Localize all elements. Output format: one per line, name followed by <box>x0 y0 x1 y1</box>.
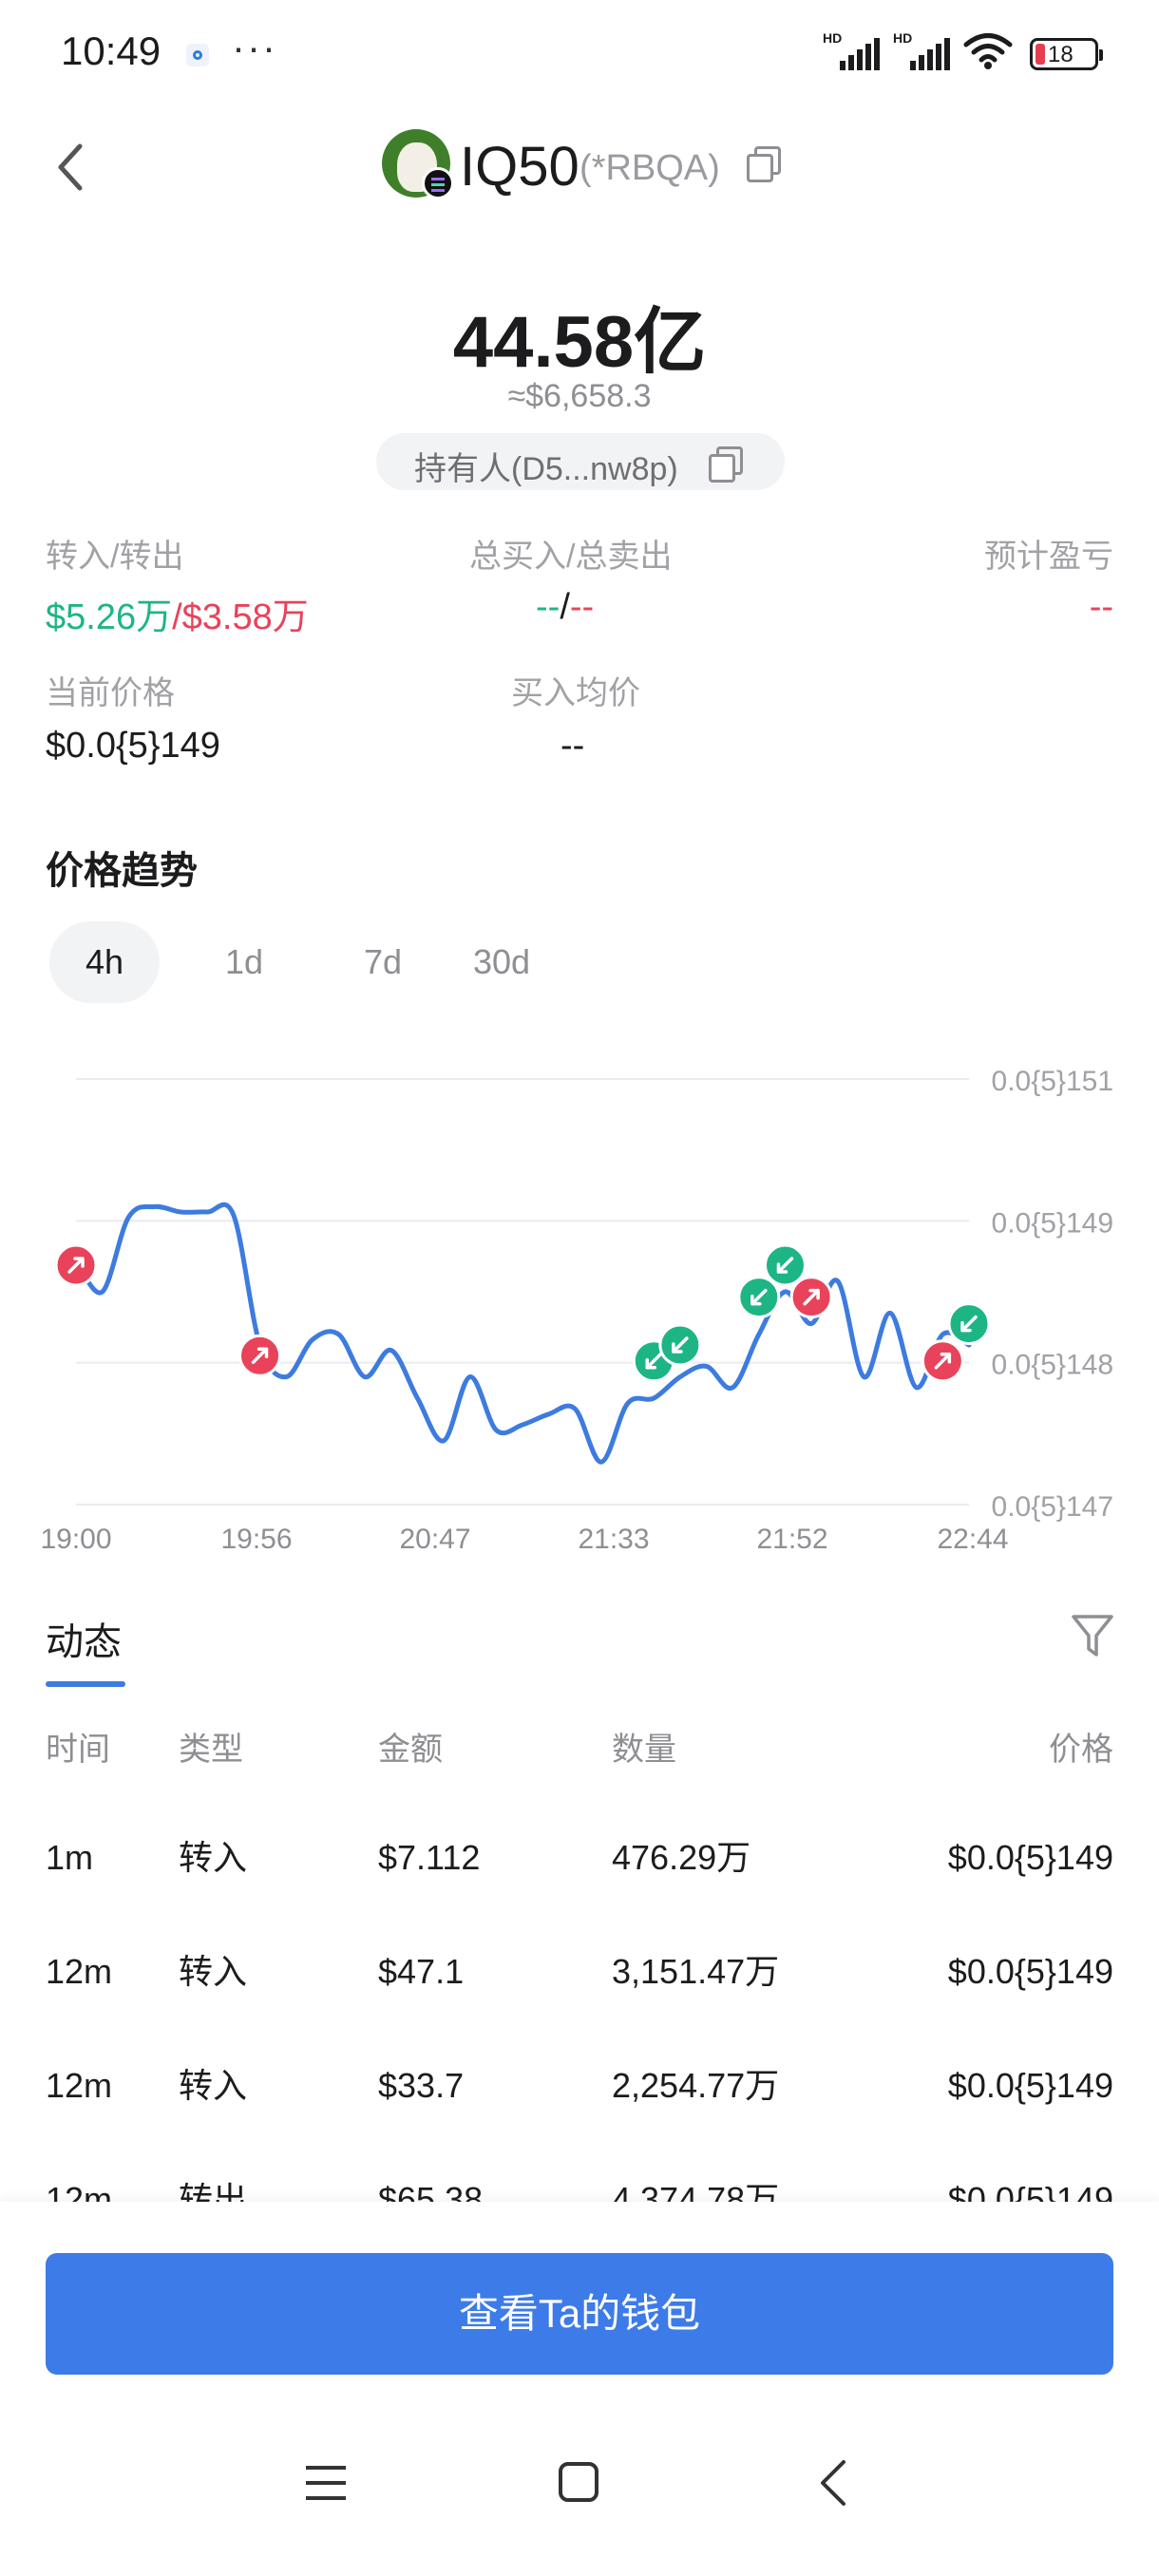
pnl-value: -- <box>1089 587 1113 627</box>
y-tick-label: 0.0{5}147 <box>992 1491 1113 1523</box>
tab-activity[interactable]: 动态 <box>46 1611 122 1666</box>
bottom-panel: 查看Ta的钱包 <box>0 2202 1159 2576</box>
y-tick-label: 0.0{5}149 <box>992 1207 1113 1239</box>
col-time: 时间 <box>46 1732 110 1768</box>
transfer-out-marker <box>54 1243 98 1287</box>
transfer-out-marker <box>921 1339 964 1383</box>
activity-row[interactable]: 12m 转入 $47.1 3,151.47万 $0.0{5}149 <box>0 1915 1159 2029</box>
holder-address: 持有人(D5...nw8p) <box>414 451 678 487</box>
holding-usd-value: ≈$6,658.3 <box>507 378 652 414</box>
row-price: $0.0{5}149 <box>947 1838 1113 1877</box>
token-name: IQ50 <box>460 136 580 198</box>
range-tab-7d[interactable]: 7d <box>340 921 426 1003</box>
status-bar: 10:49 ··· HD HD 18 <box>0 0 1159 104</box>
x-tick-label: 21:33 <box>578 1524 649 1555</box>
row-price: $0.0{5}149 <box>947 2066 1113 2105</box>
buy-sell-label: 总买入/总卖出 <box>469 539 673 575</box>
price-line <box>73 1202 972 1465</box>
buy-total: -- <box>536 587 560 627</box>
transfer-value: $5.26万/$3.58万 <box>46 587 309 639</box>
transfer-in-value: $5.26万 <box>46 597 173 637</box>
row-amount: $33.7 <box>378 2066 465 2105</box>
copy-holder-icon[interactable] <box>709 446 743 483</box>
row-price: $0.0{5}149 <box>947 1952 1113 1991</box>
transfer-label: 转入/转出 <box>46 539 184 575</box>
range-tab-4h[interactable]: 4h <box>49 921 160 1003</box>
price-chart: 0.0{5}151 0.0{5}149 0.0{5}148 0.0{5}147 19:0… <box>40 1066 1113 1555</box>
holder-chip[interactable]: 持有人(D5...nw8p) <box>376 433 785 490</box>
sell-total: -- <box>569 587 595 627</box>
x-tick-label: 22:44 <box>937 1524 1008 1555</box>
back-icon[interactable] <box>48 139 95 196</box>
home-icon[interactable] <box>559 2462 598 2502</box>
row-time: 12m <box>46 1952 113 1991</box>
range-tab-1d[interactable]: 1d <box>201 921 287 1003</box>
transfer-out-value: $3.58万 <box>181 597 309 637</box>
buy-sell-value: --/-- <box>536 587 594 628</box>
pnl-label: 预计盈亏 <box>984 539 1113 575</box>
row-type: 转入 <box>179 1952 248 1991</box>
row-type: 转入 <box>179 1838 248 1877</box>
row-amount: $47.1 <box>378 1952 465 1991</box>
col-quantity: 数量 <box>612 1732 676 1768</box>
tab-active-indicator <box>46 1681 125 1687</box>
row-amount: $7.112 <box>378 1838 481 1877</box>
transfer-in-marker <box>947 1302 991 1346</box>
row-quantity: 3,151.47万 <box>612 1952 780 1991</box>
row-time: 12m <box>46 2066 113 2105</box>
battery-level: 18 <box>1048 42 1074 67</box>
signal-icon: HD <box>823 30 880 70</box>
transfer-slash: / <box>172 597 182 637</box>
status-icons: HD HD 18 <box>823 30 1103 70</box>
transfer-in-marker <box>763 1243 807 1287</box>
col-type: 类型 <box>179 1732 243 1768</box>
x-tick-label: 21:52 <box>756 1524 827 1555</box>
price-trend-title: 价格趋势 <box>46 850 198 892</box>
signal-icon-2: HD <box>893 30 950 70</box>
transfer-out-marker <box>789 1276 833 1319</box>
nav-back-icon[interactable] <box>821 2460 846 2506</box>
copy-address-icon[interactable] <box>747 146 781 182</box>
current-price-value: $0.0{5}149 <box>46 726 220 766</box>
wifi-icon <box>963 33 1013 69</box>
current-price-label: 当前价格 <box>46 675 175 711</box>
buy-sell-slash: / <box>560 587 570 627</box>
range-tab-30d[interactable]: 30d <box>456 921 547 1003</box>
menu-icon[interactable] <box>306 2466 346 2500</box>
more-notifications-icon: ··· <box>232 25 277 69</box>
status-time: 10:49 <box>61 28 162 73</box>
avg-price-value: -- <box>560 726 585 766</box>
y-tick-label: 0.0{5}151 <box>992 1066 1113 1097</box>
row-quantity: 476.29万 <box>612 1838 751 1877</box>
x-tick-label: 20:47 <box>399 1524 470 1555</box>
battery-icon: 18 <box>1030 38 1103 70</box>
row-time: 1m <box>46 1838 94 1877</box>
solana-chain-icon <box>422 167 454 199</box>
y-tick-label: 0.0{5}148 <box>992 1350 1113 1381</box>
x-tick-label: 19:56 <box>220 1524 292 1555</box>
avg-price-label: 买入均价 <box>511 675 640 711</box>
filter-icon[interactable] <box>1070 1611 1115 1660</box>
holding-amount: 44.58亿 <box>452 302 707 383</box>
system-nav-bar <box>306 2460 846 2506</box>
transfer-in-marker <box>737 1276 781 1319</box>
activity-row[interactable]: 12m 转入 $33.7 2,254.77万 $0.0{5}149 <box>0 2029 1159 2143</box>
x-tick-label: 19:00 <box>40 1524 111 1555</box>
transfer-in-marker <box>658 1323 702 1367</box>
transfer-out-marker <box>238 1334 282 1377</box>
col-amount: 金额 <box>378 1732 443 1768</box>
row-type: 转入 <box>179 2066 248 2105</box>
activity-row[interactable]: 1m 转入 $7.112 476.29万 $0.0{5}149 <box>0 1801 1159 1915</box>
col-price: 价格 <box>1049 1732 1113 1768</box>
view-wallet-button[interactable]: 查看Ta的钱包 <box>46 2253 1113 2375</box>
row-quantity: 2,254.77万 <box>612 2066 780 2105</box>
token-address: (*RBQA) <box>580 148 720 188</box>
app-notification-icon <box>186 44 209 66</box>
